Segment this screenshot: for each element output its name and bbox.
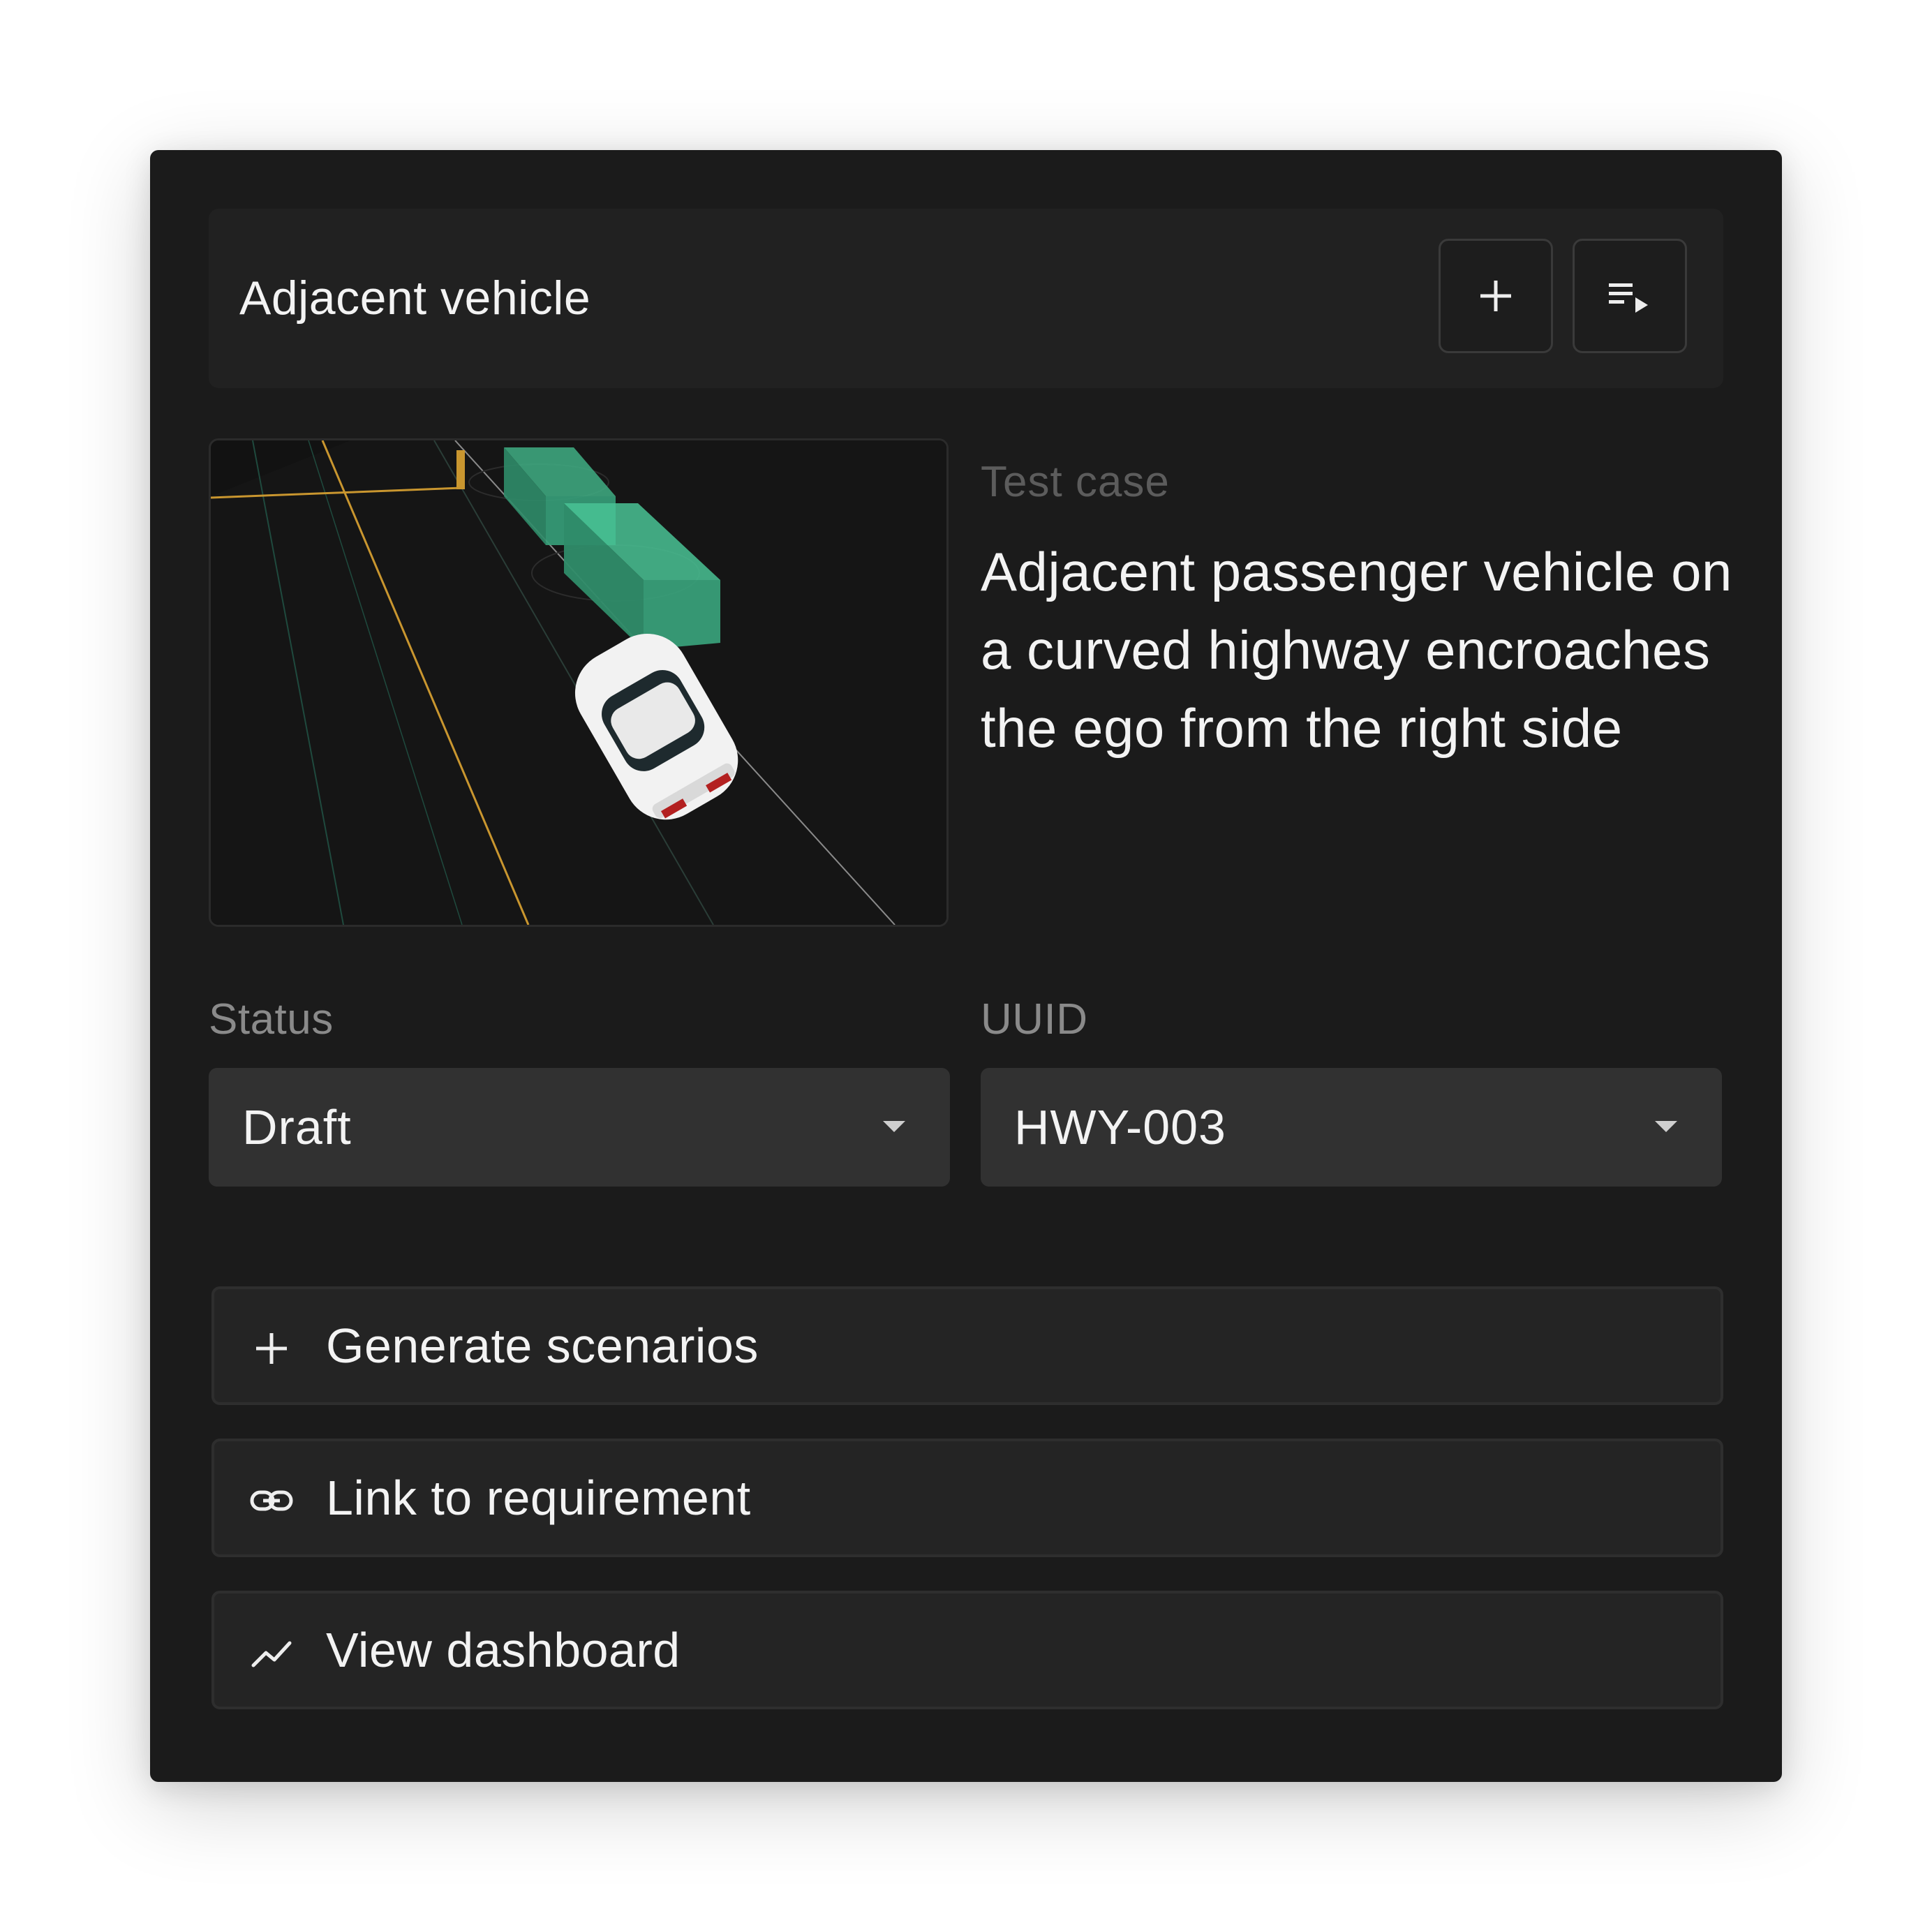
- test-case-description: Adjacent passenger vehicle on a curved h…: [981, 541, 1732, 759]
- view-dashboard-button[interactable]: View dashboard: [211, 1591, 1723, 1709]
- link-requirement-label: Link to requirement: [326, 1471, 751, 1525]
- card-title: Adjacent vehicle: [239, 272, 591, 325]
- card-header: Adjacent vehicle: [209, 209, 1723, 388]
- plus-icon: [1480, 281, 1511, 311]
- test-case-label: Test case: [981, 458, 1170, 506]
- status-label: Status: [209, 995, 334, 1043]
- add-button[interactable]: [1439, 239, 1553, 353]
- view-dashboard-label: View dashboard: [326, 1623, 681, 1677]
- scenario-3d-render: [211, 440, 946, 925]
- caret-down-icon: [1655, 1121, 1677, 1132]
- uuid-value: HWY-003: [1014, 1100, 1226, 1154]
- link-icon: [250, 1490, 293, 1511]
- status-value: Draft: [242, 1100, 352, 1154]
- uuid-select[interactable]: HWY-003: [981, 1068, 1722, 1187]
- uuid-label: UUID: [981, 995, 1088, 1043]
- caret-down-icon: [883, 1121, 905, 1132]
- generate-scenarios-button[interactable]: Generate scenarios: [211, 1286, 1723, 1405]
- link-requirement-button[interactable]: Link to requirement: [211, 1439, 1723, 1557]
- plus-icon: [256, 1333, 287, 1364]
- playlist-play-icon: [1609, 283, 1648, 313]
- scenario-preview-image: [209, 438, 949, 927]
- generate-scenarios-label: Generate scenarios: [326, 1318, 759, 1373]
- status-select[interactable]: Draft: [209, 1068, 950, 1187]
- trending-up-icon: [251, 1641, 292, 1667]
- play-queue-button[interactable]: [1573, 239, 1687, 353]
- test-case-card: Adjacent vehicle Test case Adjacent pass…: [150, 150, 1782, 1782]
